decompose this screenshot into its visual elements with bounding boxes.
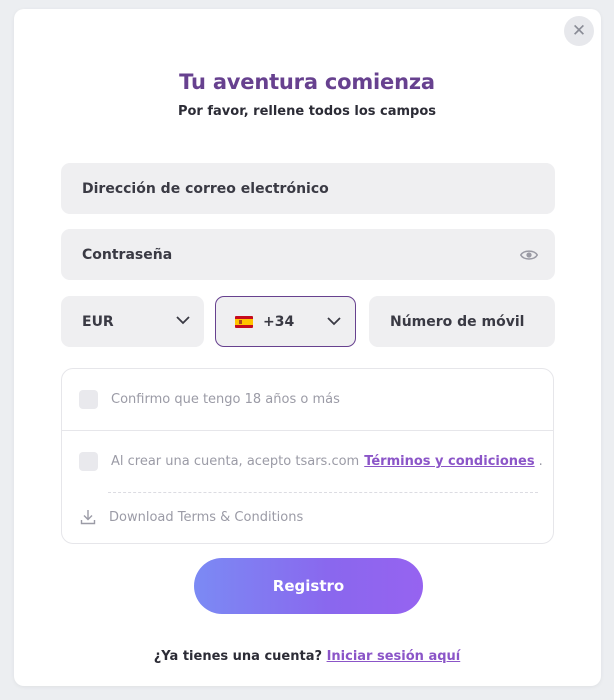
download-terms-label: Download Terms & Conditions: [109, 509, 304, 525]
close-button[interactable]: ✕: [564, 16, 594, 46]
eye-icon[interactable]: [520, 246, 538, 264]
chevron-down-icon: [176, 316, 190, 325]
terms-checkbox[interactable]: [79, 452, 98, 471]
password-placeholder: Contraseña: [82, 246, 173, 263]
modal-subtitle: Por favor, rellene todos los campos: [177, 104, 437, 119]
email-placeholder: Dirección de correo electrónico: [82, 180, 329, 197]
age-checkbox[interactable]: [79, 390, 98, 409]
terms-accept-label: Al crear una cuenta, acepto tsars.com: [111, 454, 360, 469]
download-terms-link[interactable]: Download Terms & Conditions: [80, 509, 303, 525]
phone-code-value: +34: [263, 313, 295, 330]
email-field[interactable]: Dirección de correo electrónico: [61, 163, 555, 214]
terms-accept-row: Al crear una cuenta, acepto tsars.com Té…: [79, 452, 543, 471]
divider: [62, 430, 553, 431]
currency-select[interactable]: EUR: [61, 296, 204, 347]
terms-suffix: .: [538, 454, 543, 469]
dashed-divider: [108, 492, 538, 493]
password-field[interactable]: Contraseña: [61, 229, 555, 280]
spain-flag-icon: [235, 315, 253, 328]
age-confirm-label: Confirmo que tengo 18 años o más: [111, 392, 340, 407]
mobile-number-field[interactable]: Número de móvil: [369, 296, 555, 347]
terms-box: Confirmo que tengo 18 años o más Al crea…: [61, 368, 554, 544]
mobile-placeholder: Número de móvil: [390, 313, 525, 330]
login-link[interactable]: Iniciar sesión aquí: [327, 649, 461, 664]
login-prompt: ¿Ya tienes una cuenta?: [153, 649, 323, 664]
login-prompt-line: ¿Ya tienes una cuenta? Iniciar sesión aq…: [0, 649, 614, 664]
modal-title: Tu aventura comienza: [179, 70, 435, 94]
chevron-down-icon: [327, 317, 341, 326]
register-button[interactable]: Registro: [194, 558, 423, 614]
currency-value: EUR: [82, 313, 114, 330]
download-icon: [80, 510, 96, 525]
terms-link[interactable]: Términos y condiciones: [364, 454, 534, 469]
close-icon: ✕: [571, 21, 587, 41]
phone-code-select[interactable]: +34: [215, 296, 356, 347]
age-confirm-row: Confirmo que tengo 18 años o más: [79, 390, 340, 409]
